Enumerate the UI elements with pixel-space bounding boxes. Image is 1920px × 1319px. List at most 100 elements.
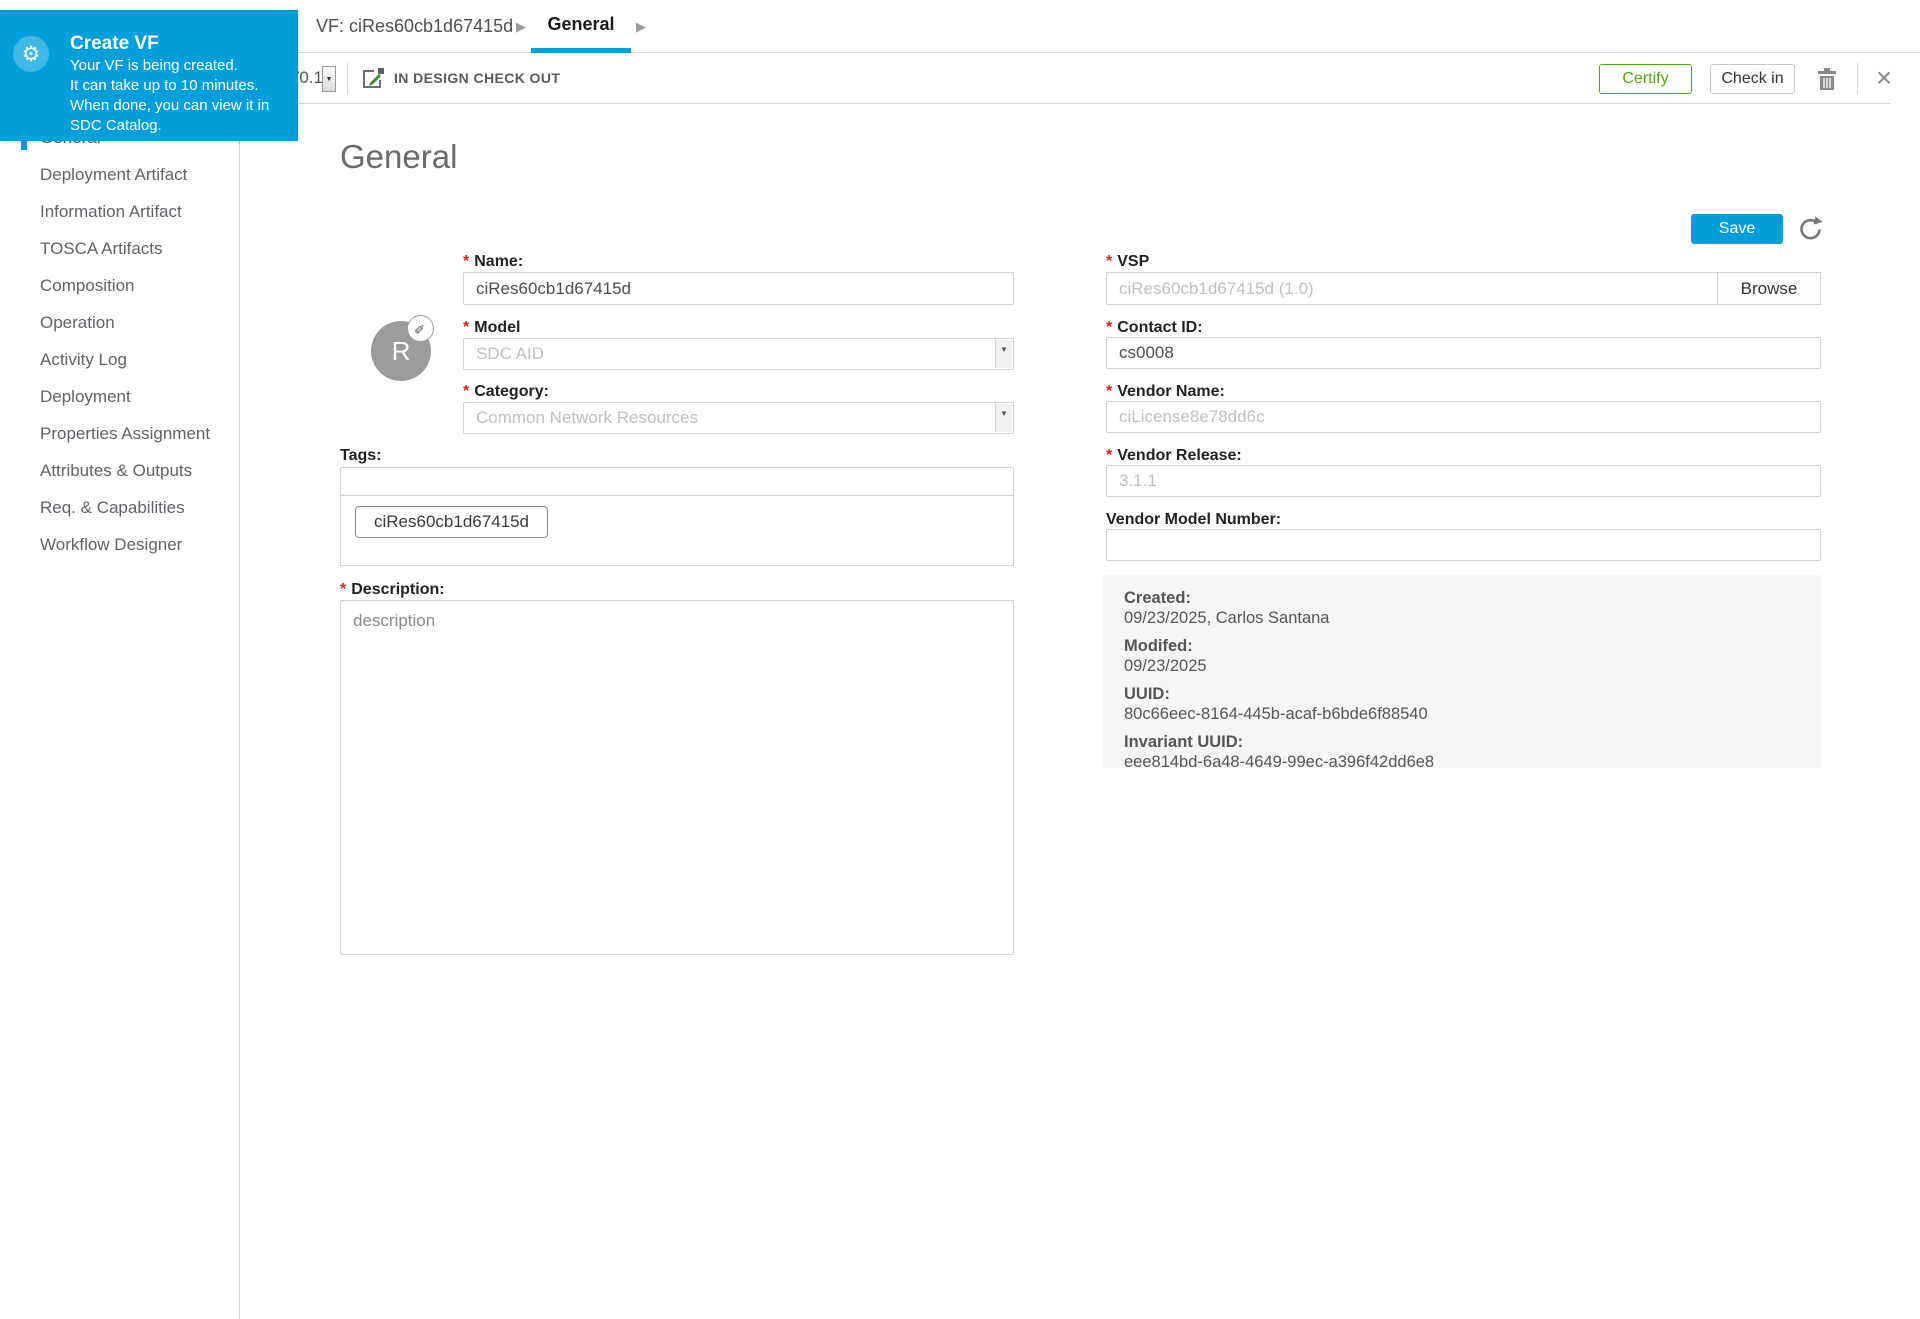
- model-select-value: SDC AID: [476, 344, 544, 364]
- sidebar-item-label: Deployment: [40, 387, 131, 407]
- breadcrumb-arrow-icon: ▶: [516, 0, 526, 53]
- required-marker: *: [463, 319, 469, 336]
- contact-id-input[interactable]: [1106, 337, 1821, 369]
- refresh-icon[interactable]: [1796, 215, 1824, 243]
- description-label: *Description:: [340, 581, 445, 599]
- metadata-value: 09/23/2025, Carlos Santana: [1124, 608, 1821, 628]
- vendor-release-label: *Vendor Release:: [1106, 447, 1242, 465]
- metadata-entry: Created: 09/23/2025, Carlos Santana: [1124, 588, 1821, 628]
- breadcrumb-arrow-icon: ▶: [636, 0, 646, 53]
- dropdown-arrow-icon[interactable]: ▼: [995, 340, 1012, 368]
- metadata-value: 80c66eec-8164-445b-acaf-b6bde6f88540: [1124, 704, 1821, 724]
- sidebar-item-label: Req. & Capabilities: [40, 498, 185, 518]
- tags-container: ciRes60cb1d67415d: [340, 495, 1014, 566]
- required-marker: *: [463, 383, 469, 400]
- model-label: *Model: [463, 319, 520, 337]
- divider: [1857, 63, 1858, 94]
- sidebar-item[interactable]: Operation: [0, 304, 239, 341]
- metadata-value: eee814bd-6a48-4649-99ec-a396f42dd6e8: [1124, 752, 1821, 772]
- category-label: *Category:: [463, 383, 549, 401]
- tag-chip[interactable]: ciRes60cb1d67415d: [355, 506, 548, 538]
- toast-body: Your VF is being created.It can take up …: [70, 56, 269, 136]
- sidebar-item[interactable]: Deployment Artifact: [0, 156, 239, 193]
- divider: [347, 63, 348, 94]
- vendor-model-number-input[interactable]: [1106, 529, 1821, 561]
- toast-body-line: It can take up to 10 minutes.: [70, 76, 269, 96]
- sidebar-item-label: Properties Assignment: [40, 424, 210, 444]
- save-button[interactable]: Save: [1691, 214, 1783, 244]
- metadata-label: UUID:: [1124, 684, 1821, 704]
- sidebar-item[interactable]: TOSCA Artifacts: [0, 230, 239, 267]
- toast-body-line: SDC Catalog.: [70, 116, 269, 136]
- metadata-label: Created:: [1124, 588, 1821, 608]
- general-form: General Save *Name: R ✎ *Model SDC AID ▼…: [240, 104, 1920, 1319]
- sidebar-item[interactable]: Deployment: [0, 378, 239, 415]
- sidebar-item[interactable]: Composition: [0, 267, 239, 304]
- sidebar: General Deployment Artifact Information …: [0, 104, 240, 1319]
- metadata-label: Invariant UUID:: [1124, 732, 1821, 752]
- sidebar-item[interactable]: Workflow Designer: [0, 526, 239, 563]
- tags-input[interactable]: [340, 467, 1014, 496]
- category-select[interactable]: Common Network Resources ▼: [463, 402, 1014, 434]
- browse-button[interactable]: Browse: [1717, 272, 1821, 305]
- dropdown-arrow-icon[interactable]: ▼: [995, 404, 1012, 432]
- sidebar-item[interactable]: Activity Log: [0, 341, 239, 378]
- vsp-label: *VSP: [1106, 253, 1149, 271]
- vendor-release-input: [1106, 465, 1821, 497]
- lifecycle-status: IN DESIGN CHECK OUT: [394, 53, 560, 103]
- certify-button[interactable]: Certify: [1599, 64, 1692, 94]
- sidebar-item-label: Composition: [40, 276, 135, 296]
- toast-body-line: Your VF is being created.: [70, 56, 269, 76]
- breadcrumb-vf[interactable]: VF: ciRes60cb1d67415d: [316, 0, 513, 53]
- required-marker: *: [463, 253, 469, 270]
- model-select[interactable]: SDC AID ▼: [463, 338, 1014, 370]
- required-marker: *: [1106, 447, 1112, 464]
- metadata-entry: Invariant UUID: eee814bd-6a48-4649-99ec-…: [1124, 732, 1821, 772]
- name-input[interactable]: [463, 272, 1014, 305]
- required-marker: *: [1106, 319, 1112, 336]
- required-marker: *: [1106, 383, 1112, 400]
- page-title: General: [340, 138, 457, 176]
- contact-id-label: *Contact ID:: [1106, 319, 1203, 337]
- trash-icon[interactable]: [1816, 68, 1838, 91]
- avatar: R ✎: [371, 321, 431, 381]
- sidebar-item[interactable]: Attributes & Outputs: [0, 452, 239, 489]
- edit-pencil-icon[interactable]: ✎: [407, 315, 434, 342]
- sidebar-item-label: Workflow Designer: [40, 535, 182, 555]
- sidebar-item-label: Activity Log: [40, 350, 127, 370]
- sidebar-item-label: Deployment Artifact: [40, 165, 187, 185]
- avatar-letter: R: [392, 336, 411, 367]
- sidebar-item-label: Operation: [40, 313, 115, 333]
- toast-title: Create VF: [70, 33, 159, 55]
- sidebar-item-label: Attributes & Outputs: [40, 461, 192, 481]
- vendor-name-input: [1106, 401, 1821, 433]
- version-dropdown[interactable]: ▼: [322, 66, 336, 92]
- metadata-entry: Modifed: 09/23/2025: [1124, 636, 1821, 676]
- tab-general[interactable]: General: [531, 0, 631, 53]
- vsp-input: [1106, 272, 1718, 305]
- sidebar-item-label: TOSCA Artifacts: [40, 239, 163, 259]
- check-in-button[interactable]: Check in: [1710, 64, 1795, 94]
- metadata-value: 09/23/2025: [1124, 656, 1821, 676]
- required-marker: *: [1106, 253, 1112, 270]
- sdc-vf-general-page: VF: ciRes60cb1d67415d ▶ General ▶ V0.1 ▼…: [0, 0, 1920, 1319]
- sidebar-item-label: Information Artifact: [40, 202, 182, 222]
- tags-label: Tags:: [340, 447, 381, 465]
- vendor-name-label: *Vendor Name:: [1106, 383, 1225, 401]
- sidebar-item[interactable]: Information Artifact: [0, 193, 239, 230]
- required-marker: *: [340, 581, 346, 598]
- sidebar-item[interactable]: Req. & Capabilities: [0, 489, 239, 526]
- description-textarea[interactable]: description: [340, 600, 1014, 955]
- create-vf-toast: ⚙ Create VF Your VF is being created.It …: [0, 10, 298, 141]
- vendor-model-number-label: Vendor Model Number:: [1106, 511, 1281, 529]
- sidebar-item[interactable]: Properties Assignment: [0, 415, 239, 452]
- gear-icon: ⚙: [13, 36, 49, 72]
- metadata-entry: UUID: 80c66eec-8164-445b-acaf-b6bde6f885…: [1124, 684, 1821, 724]
- toast-body-line: When done, you can view it in: [70, 96, 269, 116]
- close-icon[interactable]: ×: [1866, 59, 1902, 97]
- name-label: *Name:: [463, 253, 523, 271]
- metadata-box: Created: 09/23/2025, Carlos Santana Modi…: [1103, 575, 1821, 768]
- checkout-icon: [361, 66, 387, 92]
- metadata-label: Modifed:: [1124, 636, 1821, 656]
- category-select-value: Common Network Resources: [476, 408, 698, 428]
